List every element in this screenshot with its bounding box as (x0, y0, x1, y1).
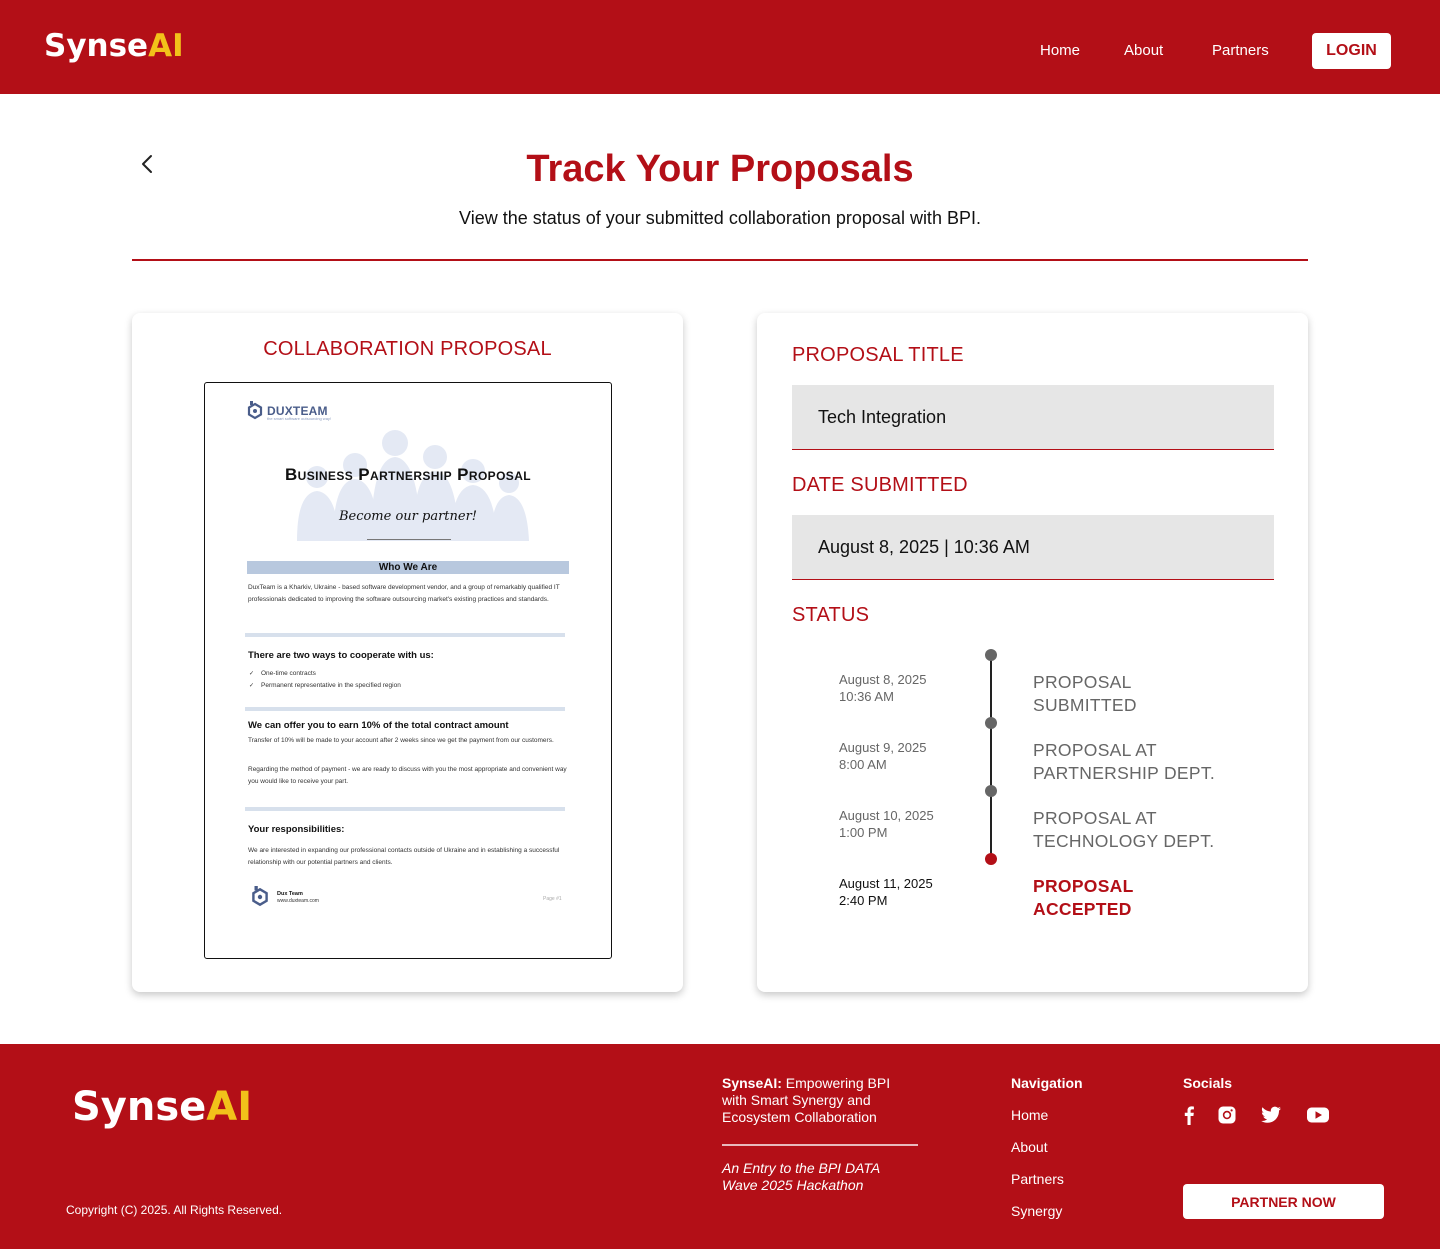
doc-page-number: Page #1 (543, 896, 562, 902)
footer-link-synergy[interactable]: Synergy (1011, 1203, 1062, 1219)
doc-section-band: Who We Are (247, 561, 569, 574)
top-navbar: SynseAI Home About Partners LOGIN (0, 0, 1440, 94)
footer-link-partners[interactable]: Partners (1011, 1171, 1064, 1187)
timeline-dot-active (985, 853, 997, 865)
duxteam-logo-icon (247, 401, 263, 420)
timeline-date: August 10, 2025 1:00 PM (839, 808, 934, 840)
date-submitted-label: DATE SUBMITTED (792, 474, 968, 496)
timeline-status: PROPOSAL AT PARTNERSHIP DEPT. (1033, 740, 1216, 783)
timeline-dot (985, 717, 997, 729)
nav-partners-link[interactable]: Partners (1212, 42, 1269, 59)
timeline-date: August 8, 2025 10:36 AM (839, 672, 927, 704)
doc-separator (245, 633, 565, 637)
nav-about-link[interactable]: About (1124, 42, 1163, 59)
title-divider (132, 259, 1308, 261)
doc-logo-tagline: the smart software outsourcing way! (267, 416, 332, 421)
proposal-document-preview[interactable]: DUXTEAM the smart software outsourcing w… (204, 382, 612, 959)
footer-link-about[interactable]: About (1011, 1139, 1048, 1155)
doc-payment-paragraph: Regarding the method of payment - we are… (248, 766, 567, 785)
doc-intro-paragraph: DuxTeam is a Kharkiv, Ukraine - based so… (248, 584, 560, 603)
doc-title: Business Partnership Proposal (284, 465, 532, 484)
footer-tagline: SynseAI: Empowering BPI with Smart Syner… (722, 1075, 918, 1126)
doc-responsibilities-heading: Your responsibilities: (248, 824, 345, 835)
doc-logo: DUXTEAM the smart software outsourcing w… (247, 401, 332, 421)
footer-socials-heading: Socials (1183, 1075, 1233, 1091)
timeline-dot (985, 785, 997, 797)
doc-tagline: Become our partner! (338, 509, 478, 524)
brand-logo[interactable]: SynseAI (44, 28, 184, 64)
doc-list-item: Permanent representative in the specifie… (249, 682, 401, 689)
hackathon-note: An Entry to the BPI DATA Wave 2025 Hacka… (722, 1160, 880, 1193)
doc-earn-heading: We can offer you to earn 10% of the tota… (248, 720, 509, 731)
footer-nav-heading: Navigation (1011, 1075, 1083, 1091)
doc-footer-name: Dux Team (277, 891, 303, 897)
youtube-icon[interactable] (1306, 1105, 1330, 1125)
facebook-icon[interactable] (1178, 1105, 1202, 1125)
proposal-title-label: PROPOSAL TITLE (792, 344, 964, 366)
doc-earn-paragraph: Transfer of 10% will be made to your acc… (248, 737, 554, 744)
login-button[interactable]: LOGIN (1312, 33, 1391, 69)
footer-logo-main: Synse (72, 1084, 207, 1130)
page-title: Track Your Proposals (526, 148, 914, 190)
logo-main: Synse (44, 28, 149, 64)
date-submitted-field: August 8, 2025 | 10:36 AM (792, 515, 1274, 580)
tagline-brand: SynseAI: (722, 1075, 782, 1091)
logo-accent: AI (148, 28, 184, 64)
timeline-date-active: August 11, 2025 2:40 PM (839, 876, 933, 908)
timeline-dot (985, 649, 997, 661)
proposal-title-field: Tech Integration (792, 385, 1274, 450)
timeline-line (990, 655, 992, 859)
partner-now-button[interactable]: PARTNER NOW (1183, 1184, 1384, 1219)
status-label: STATUS (792, 604, 870, 626)
proposal-details-card: PROPOSAL TITLE Tech Integration DATE SUB… (757, 313, 1308, 992)
doc-footer-url: www.duxteam.com (277, 898, 319, 904)
timeline-status-active: PROPOSAL ACCEPTED (1033, 876, 1134, 919)
doc-separator (245, 807, 565, 811)
footer-logo-accent: AI (206, 1084, 253, 1130)
timeline-status: PROPOSAL AT TECHNOLOGY DEPT. (1033, 808, 1215, 851)
duxteam-footer-logo-icon (252, 886, 268, 907)
doc-responsibilities-paragraph: We are interested in expanding our profe… (248, 847, 560, 866)
proposal-card-heading: COLLABORATION PROPOSAL (263, 338, 552, 360)
nav-home-link[interactable]: Home (1040, 42, 1080, 59)
instagram-icon[interactable] (1215, 1105, 1239, 1125)
doc-tagline-rule (367, 539, 451, 540)
footer-logo[interactable]: SynseAI (72, 1084, 252, 1130)
doc-list-item: One-time contracts (249, 670, 316, 677)
timeline-date: August 9, 2025 8:00 AM (839, 740, 927, 772)
timeline-status: PROPOSAL SUBMITTED (1033, 672, 1137, 715)
proposal-document-card: COLLABORATION PROPOSAL DUXTEAM the smart… (132, 313, 683, 992)
copyright-text: Copyright (C) 2025. All Rights Reserved. (66, 1203, 283, 1217)
page-subtitle: View the status of your submitted collab… (459, 208, 981, 228)
footer-link-home[interactable]: Home (1011, 1107, 1048, 1123)
doc-ways-heading: There are two ways to cooperate with us: (248, 650, 434, 661)
twitter-icon[interactable] (1259, 1105, 1283, 1125)
doc-separator (245, 707, 565, 711)
footer: SynseAI Copyright (C) 2025. All Rights R… (0, 1044, 1440, 1249)
footer-divider (722, 1144, 918, 1146)
